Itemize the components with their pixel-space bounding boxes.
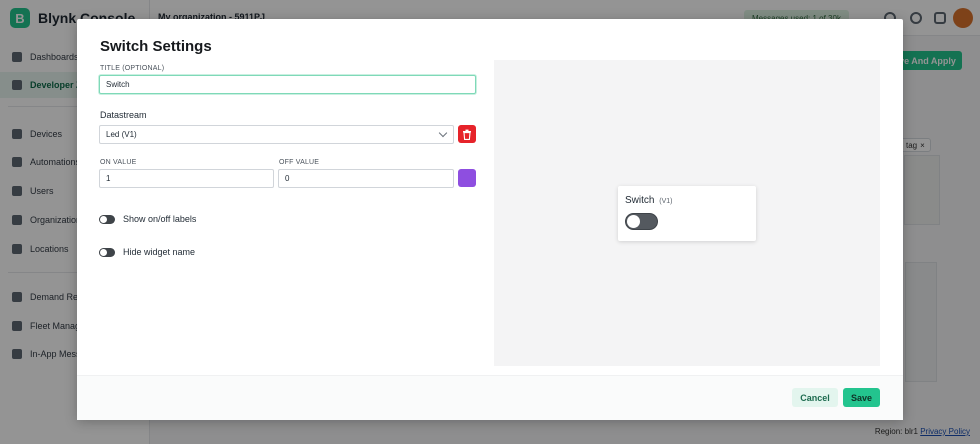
hide-widget-name-text: Hide widget name: [123, 247, 196, 257]
show-on-off-labels-row[interactable]: Show on/off labels: [99, 214, 196, 224]
title-input-value: Switch: [106, 80, 130, 89]
show-on-off-labels-text: Show on/off labels: [123, 214, 197, 224]
save-button[interactable]: Save: [843, 388, 880, 407]
hide-widget-name-toggle[interactable]: [99, 247, 115, 257]
title-input[interactable]: Switch: [99, 75, 476, 94]
chevron-down-icon: [438, 128, 448, 138]
off-value-input[interactable]: 0: [278, 169, 454, 188]
trash-icon: [463, 129, 471, 140]
off-value-text: 0: [285, 174, 290, 183]
modal-footer: [77, 375, 903, 420]
datastream-value: Led (V1): [106, 130, 137, 139]
widget-preview-area: Switch (V1): [494, 60, 880, 366]
app-root: B Blynk.Console Dashboards Developer Zon…: [0, 0, 980, 444]
on-value-label: ON VALUE: [100, 159, 137, 166]
delete-datastream-button[interactable]: [458, 125, 476, 143]
datastream-label: Datastream: [100, 110, 147, 120]
cancel-button[interactable]: Cancel: [792, 388, 838, 407]
show-on-off-labels-toggle[interactable]: [99, 214, 115, 224]
switch-widget-preview: Switch (V1): [618, 186, 756, 241]
preview-pin: (V1): [659, 198, 673, 205]
hide-widget-name-row[interactable]: Hide widget name: [99, 247, 195, 257]
preview-title-text: Switch: [625, 195, 655, 206]
modal-title: Switch Settings: [100, 38, 212, 55]
color-picker-button[interactable]: [458, 169, 476, 187]
switch-settings-modal: Switch Settings TITLE (OPTIONAL) Switch …: [77, 19, 903, 420]
on-value-text: 1: [106, 174, 111, 183]
title-field-label: TITLE (OPTIONAL): [100, 65, 165, 72]
on-value-input[interactable]: 1: [99, 169, 274, 188]
datastream-select[interactable]: Led (V1): [99, 125, 454, 144]
preview-switch-toggle[interactable]: [625, 213, 658, 230]
off-value-label: OFF VALUE: [279, 159, 320, 166]
preview-title: Switch (V1): [625, 195, 672, 206]
